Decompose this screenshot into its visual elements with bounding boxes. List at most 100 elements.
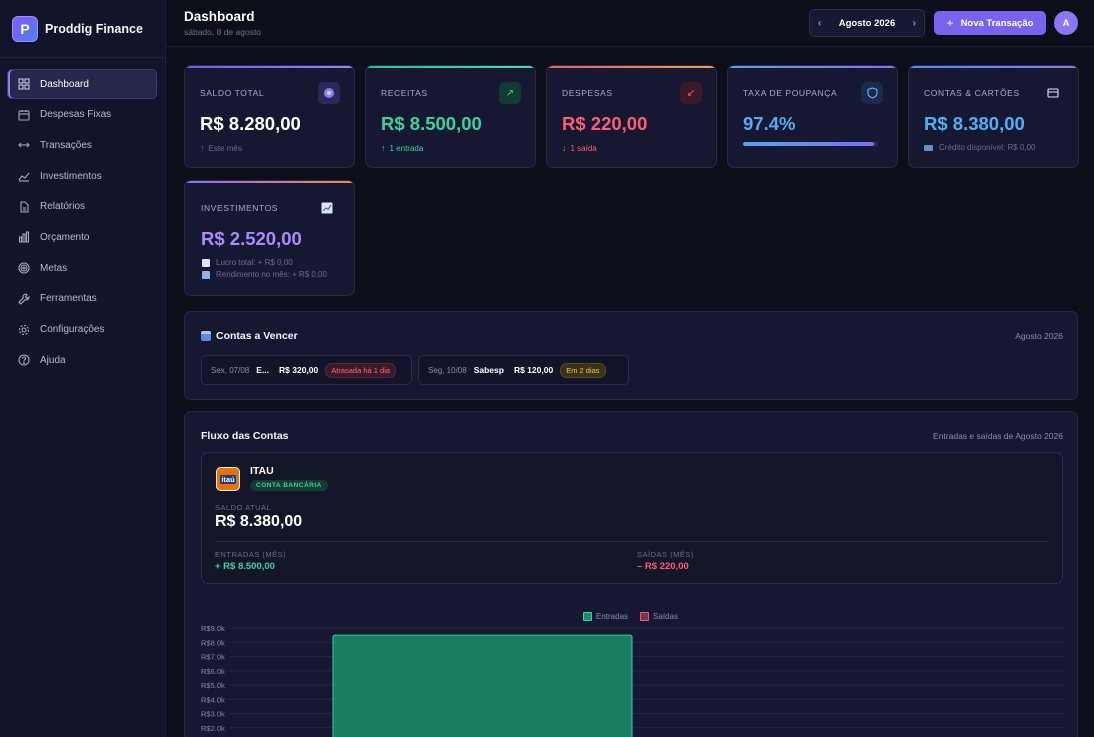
expense-value: – R$ 220,00 <box>637 561 689 572</box>
sidebar-item-relatorios[interactable]: Relatórios <box>7 192 157 222</box>
status-badge: Atrasada há 1 dia <box>325 362 397 378</box>
sidebar-item-transacoes[interactable]: Transações <box>7 130 157 160</box>
arrow-up-icon: ↑ <box>381 143 386 153</box>
y-tick-label: R$8.0k <box>201 638 225 647</box>
calendar-icon <box>18 109 30 121</box>
card-accent <box>185 66 354 68</box>
grid-icon <box>18 78 30 90</box>
y-tick-label: R$6.0k <box>201 667 225 676</box>
sidebar-item-ferramentas[interactable]: Ferramentas <box>7 284 157 314</box>
sidebar-item-label: Configurações <box>40 324 105 335</box>
chart-plot: R$2.0k R$3.0k R$4.0k R$5.0k R$6.0k R$7.0k R$8.… <box>201 624 1065 737</box>
wallet-icon <box>318 82 340 104</box>
stat-label: RECEITAS <box>381 88 428 98</box>
y-tick-label: R$7.0k <box>201 653 225 662</box>
flow-chart: Entradas Saídas R$2.0k R$3.0k R$4.0k R$5.0k… <box>185 602 1077 737</box>
y-tick-label: R$9.0k <box>201 624 225 633</box>
due-date: Seg, 10/08 <box>428 365 467 375</box>
card-accent <box>909 66 1078 68</box>
invest-rendimento-text: Rendimento no mês: + R$ 0,00 <box>216 270 327 279</box>
invest-lucro: Lucro total: + R$ 0,00 <box>202 257 327 269</box>
page-title: Dashboard <box>184 9 255 24</box>
invest-details: Lucro total: + R$ 0,00 Rendimento no mês… <box>202 257 327 281</box>
sidebar-item-label: Relatórios <box>40 201 86 213</box>
stat-sub-text: 1 saída <box>570 143 597 153</box>
arrows-horizontal-icon <box>18 139 30 151</box>
brand[interactable]: P Proddig Finance <box>0 0 165 58</box>
new-transaction-label: Nova Transação <box>960 17 1034 29</box>
sidebar-nav: Dashboard Despesas Fixas Transações Inve… <box>0 58 165 375</box>
sidebar-item-despesas-fixas[interactable]: Despesas Fixas <box>7 100 157 130</box>
sidebar-item-metas[interactable]: Metas <box>7 253 157 283</box>
stat-value: R$ 2.520,00 <box>201 228 302 249</box>
bank-type-badge: CONTA BANCÁRIA <box>250 480 328 491</box>
month-label: Agosto 2026 <box>838 17 896 29</box>
chart-up-icon <box>316 197 338 219</box>
shield-icon <box>861 82 883 104</box>
sidebar-item-ajuda[interactable]: Ajuda <box>7 345 157 375</box>
due-bills-title-text: Contas a Vencer <box>216 330 298 342</box>
due-bills-title: Contas a Vencer <box>201 330 298 342</box>
card-taxa-poupanca: TAXA DE POUPANÇA 97.4% <box>727 65 898 168</box>
stat-sub: ↓ 1 saída <box>562 143 597 153</box>
stat-value: R$ 220,00 <box>562 113 648 134</box>
new-transaction-button[interactable]: + Nova Transação <box>934 11 1046 35</box>
stat-sub-text: 1 entrada <box>389 143 424 153</box>
due-bill-item[interactable]: Seg, 10/08 Sabesp R$ 120,00 Em 2 dias <box>418 355 629 385</box>
sidebar: P Proddig Finance Dashboard Despesas Fix… <box>0 0 166 737</box>
stat-label: TAXA DE POUPANÇA <box>743 88 838 98</box>
sidebar-item-label: Metas <box>40 262 68 274</box>
plus-icon: + <box>946 16 954 30</box>
card-accent <box>547 66 716 68</box>
stat-label: DESPESAS <box>562 88 613 98</box>
sidebar-item-label: Dashboard <box>40 78 89 90</box>
brand-logo: P <box>12 15 38 42</box>
account-flow-section: Fluxo das Contas Entradas e saídas de Ag… <box>184 411 1078 737</box>
chart-mini-icon <box>202 259 210 267</box>
sidebar-item-investimentos[interactable]: Investimentos <box>7 161 157 191</box>
card-receitas: RECEITAS ↗ R$ 8.500,00 ↑ 1 entrada <box>365 65 536 168</box>
card-saldo-total: SALDO TOTAL R$ 8.280,00 ↑ Este mês <box>184 65 355 168</box>
sidebar-item-label: Transações <box>40 139 92 151</box>
card-accent <box>728 66 897 68</box>
bank-logo-text: itaú <box>220 474 236 484</box>
sidebar-item-dashboard[interactable]: Dashboard <box>7 69 157 99</box>
stat-value: 97.4% <box>743 113 796 134</box>
card-despesas: DESPESAS ↙ R$ 220,00 ↓ 1 saída <box>546 65 717 168</box>
stat-value: R$ 8.380,00 <box>924 113 1025 134</box>
sidebar-item-label: Investimentos <box>40 170 102 182</box>
trend-line-icon <box>18 170 30 182</box>
stat-sub-text: Crédito disponível: R$ 0,00 <box>939 143 1036 152</box>
bar-chart-icon <box>18 231 30 243</box>
sidebar-item-configuracoes[interactable]: Configurações <box>7 315 157 345</box>
y-tick-label: R$5.0k <box>201 681 225 690</box>
y-tick-label: R$2.0k <box>201 724 225 733</box>
gear-icon <box>18 324 30 336</box>
invest-lucro-text: Lucro total: + R$ 0,00 <box>216 258 293 267</box>
due-name: E... <box>256 365 270 375</box>
stat-value: R$ 8.280,00 <box>200 113 301 134</box>
bank-account-card[interactable]: itaú ITAU CONTA BANCÁRIA SALDO ATUAL R$ … <box>201 452 1063 584</box>
credit-card-icon <box>1042 82 1064 104</box>
sidebar-item-orcamento[interactable]: Orçamento <box>7 222 157 252</box>
due-bill-item[interactable]: Sex, 07/08 E... R$ 320,00 Atrasada há 1 … <box>201 355 412 385</box>
bank-name: ITAU <box>250 465 274 477</box>
card-contas-cartoes: CONTAS & CARTÕES R$ 8.380,00 Crédito dis… <box>908 65 1079 168</box>
sidebar-item-label: Despesas Fixas <box>40 109 112 121</box>
avatar[interactable]: A <box>1054 11 1078 35</box>
invest-rendimento: Rendimento no mês: + R$ 0,00 <box>202 269 327 281</box>
bar-entradas[interactable] <box>332 634 633 737</box>
sidebar-item-label: Orçamento <box>40 231 90 243</box>
top-header: Dashboard sábado, 8 de agosto ‹ Agosto 2… <box>166 0 1094 47</box>
income-value: + R$ 8.500,00 <box>215 561 275 572</box>
brand-name: Proddig Finance <box>45 21 143 36</box>
stat-sub: Crédito disponível: R$ 0,00 <box>924 143 1036 152</box>
chevron-right-icon[interactable]: › <box>913 18 916 29</box>
account-flow-subtitle: Entradas e saídas de Agosto 2026 <box>933 431 1063 441</box>
stat-sub: ↑ Este mês <box>200 143 242 153</box>
bank-balance: R$ 8.380,00 <box>215 513 303 530</box>
stat-label: CONTAS & CARTÕES <box>924 88 1020 98</box>
chevron-left-icon[interactable]: ‹ <box>818 18 821 29</box>
document-icon <box>18 201 30 213</box>
account-flow-title: Fluxo das Contas <box>201 430 289 442</box>
